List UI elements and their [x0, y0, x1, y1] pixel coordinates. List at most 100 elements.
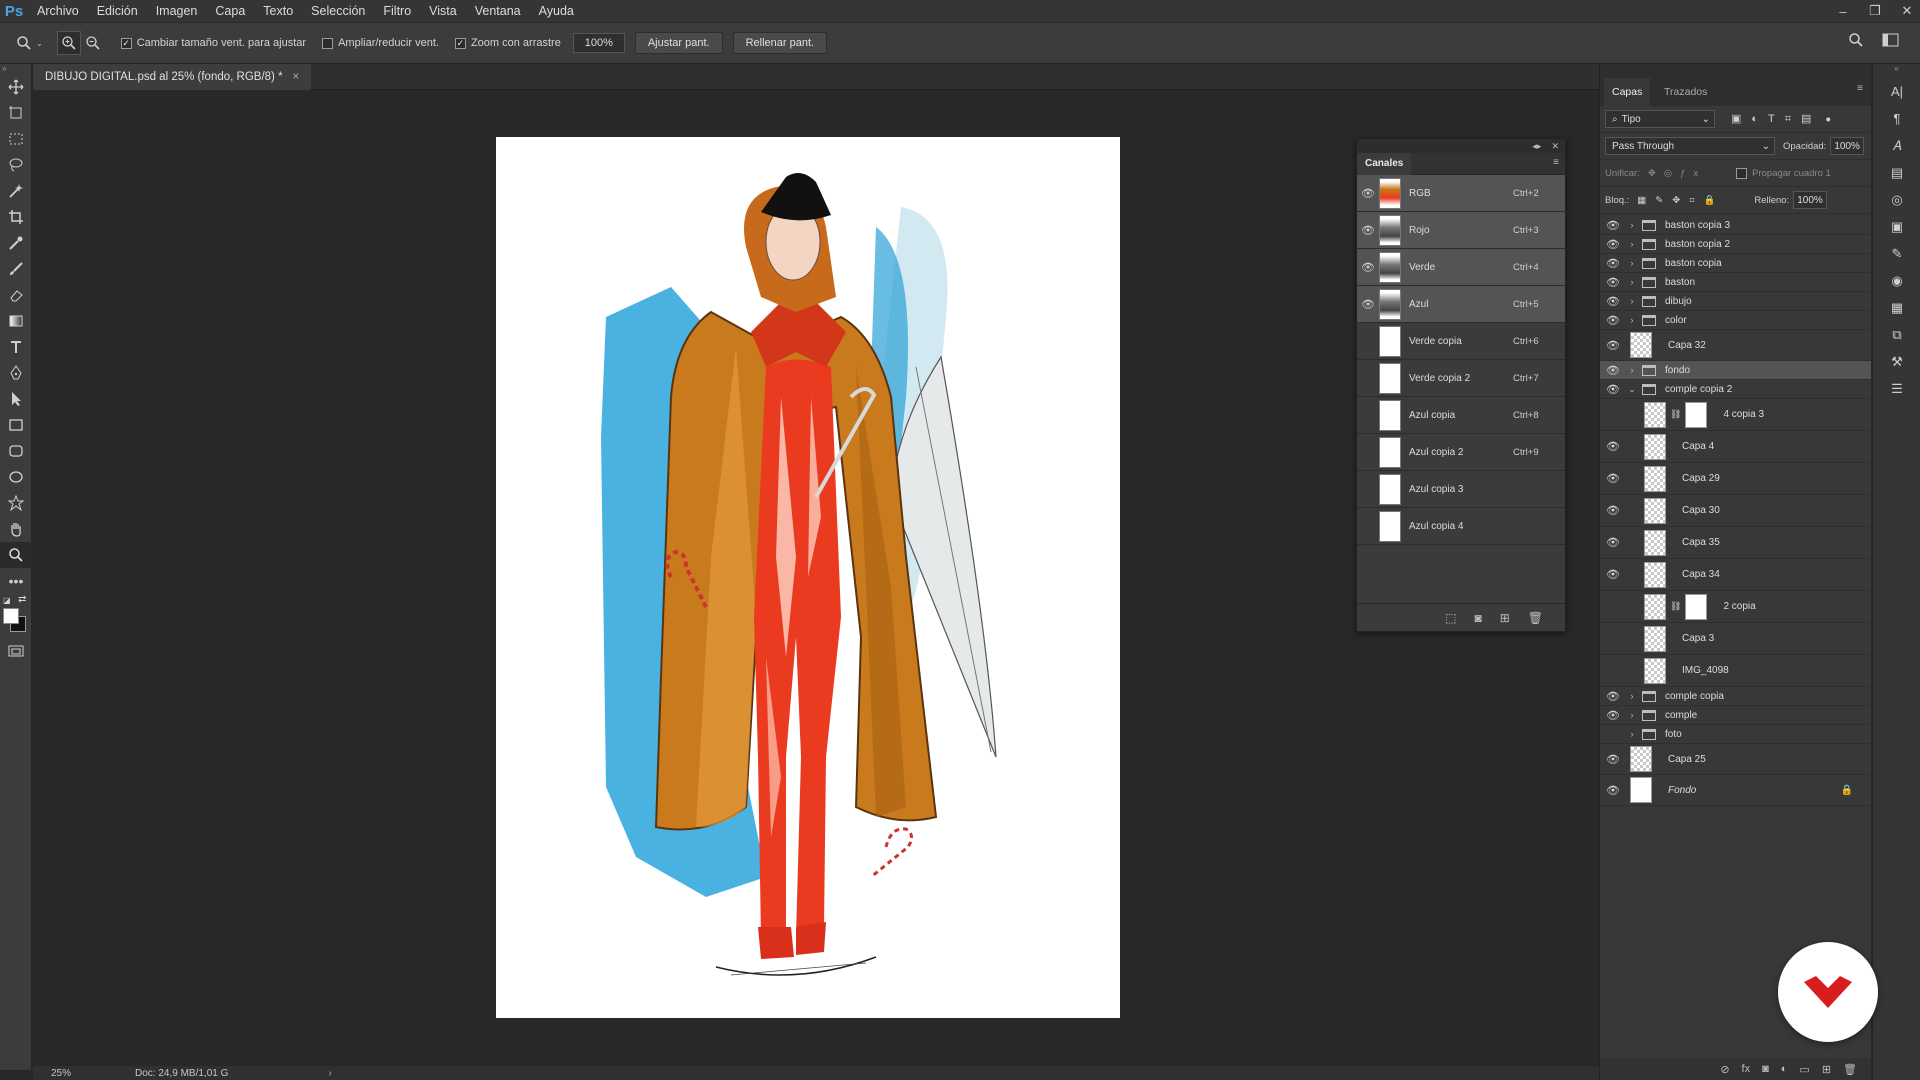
document-tab[interactable]: DIBUJO DIGITAL.psd al 25% (fondo, RGB/8)…: [33, 64, 312, 90]
rectangle-tool-icon[interactable]: [0, 412, 32, 438]
channel-row[interactable]: Azul copia 4: [1357, 508, 1565, 545]
fill-field[interactable]: 100%: [1793, 191, 1828, 209]
adjustments-icon[interactable]: ◎: [1873, 186, 1920, 213]
marquee-tool-icon[interactable]: [0, 126, 32, 152]
menu-item-capa[interactable]: Capa: [206, 0, 254, 22]
color-icon[interactable]: ◉: [1873, 267, 1920, 294]
chevron-down-icon[interactable]: ⌄: [36, 39, 43, 48]
layer-group-row[interactable]: 👁 › dibujo: [1600, 292, 1871, 311]
eraser-icon[interactable]: [0, 282, 32, 308]
expand-closed-icon[interactable]: ›: [1626, 315, 1638, 325]
visibility-eye-icon[interactable]: 👁: [1600, 440, 1626, 453]
delete-channel-icon[interactable]: 🗑: [1528, 611, 1543, 625]
sliders-icon[interactable]: ☰: [1873, 375, 1920, 402]
layer-row[interactable]: 👁 Capa 4: [1600, 431, 1871, 463]
visibility-eye-icon[interactable]: 👁: [1600, 383, 1626, 396]
zoom-value-field[interactable]: 100%: [572, 33, 625, 53]
move-tool-icon[interactable]: [0, 74, 32, 100]
visibility-eye-icon[interactable]: 👁: [1600, 314, 1626, 327]
zoom-all-windows-checkbox[interactable]: Ampliar/reducir vent.: [322, 37, 439, 49]
tool-presets-icon[interactable]: ⚒: [1873, 348, 1920, 375]
gradient-tool-icon[interactable]: [0, 308, 32, 334]
expand-closed-icon[interactable]: ›: [1626, 258, 1638, 268]
status-menu-arrow-icon[interactable]: ›: [328, 1068, 331, 1079]
visibility-eye-icon[interactable]: 👁: [1600, 364, 1626, 377]
link-layers-icon[interactable]: ⊘: [1720, 1063, 1729, 1076]
scrubby-zoom-checkbox[interactable]: ✓ Zoom con arrastre: [454, 37, 561, 49]
layer-row[interactable]: 👁 Capa 25: [1600, 744, 1871, 775]
visibility-eye-icon[interactable]: 👁: [1600, 504, 1626, 517]
character-icon[interactable]: A|: [1873, 78, 1920, 105]
new-group-icon[interactable]: ▭: [1799, 1063, 1809, 1076]
foreground-color-swatch[interactable]: [3, 608, 19, 624]
layer-mask-thumbnail[interactable]: [1685, 593, 1708, 620]
layer-group-row[interactable]: 👁 › comple copia: [1600, 687, 1871, 706]
visibility-eye-icon[interactable]: 👁: [1357, 249, 1379, 286]
propagate-checkbox[interactable]: [1736, 167, 1748, 179]
visibility-eye-icon[interactable]: 👁: [1600, 753, 1626, 766]
expand-closed-icon[interactable]: ›: [1626, 710, 1638, 720]
channel-row[interactable]: 👁 Rojo Ctrl+3: [1357, 212, 1565, 249]
zoom-level[interactable]: 25%: [51, 1068, 121, 1079]
new-channel-icon[interactable]: ⊞: [1500, 611, 1510, 625]
layer-group-row[interactable]: 👁 › baston copia: [1600, 254, 1871, 273]
color-swatches[interactable]: ◪ ⇄: [0, 594, 31, 638]
expand-closed-icon[interactable]: ›: [1626, 296, 1638, 306]
panel-collapse-icon[interactable]: »: [0, 64, 31, 74]
layer-row[interactable]: 👁 Capa 35: [1600, 527, 1871, 559]
panel-menu-icon[interactable]: ≡: [1857, 83, 1863, 94]
brush-tool-icon[interactable]: [0, 256, 32, 282]
channel-row[interactable]: Azul copia 3: [1357, 471, 1565, 508]
menu-item-archivo[interactable]: Archivo: [28, 0, 88, 22]
default-colors-icon[interactable]: ◪: [3, 596, 11, 605]
fit-screen-button[interactable]: Ajustar pant.: [634, 32, 723, 54]
load-selection-icon[interactable]: ⬚: [1445, 611, 1456, 625]
expand-closed-icon[interactable]: ›: [1626, 239, 1638, 249]
new-layer-icon[interactable]: ⊞: [1822, 1063, 1831, 1076]
layer-row[interactable]: 👁 Capa 30: [1600, 495, 1871, 527]
more-tools-icon[interactable]: •••: [0, 568, 32, 594]
screen-mode-icon[interactable]: [0, 638, 32, 664]
visibility-eye-icon[interactable]: 👁: [1600, 219, 1626, 232]
clone-source-icon[interactable]: ⧉: [1873, 321, 1920, 348]
visibility-eye-icon[interactable]: 👁: [1600, 690, 1626, 703]
eyedropper-icon[interactable]: [0, 230, 32, 256]
dock-collapse-icon[interactable]: «: [1873, 64, 1920, 78]
expand-open-icon[interactable]: ⌄: [1626, 384, 1638, 395]
layer-group-row[interactable]: 👁 › baston copia 2: [1600, 235, 1871, 254]
menu-item-filtro[interactable]: Filtro: [374, 0, 420, 22]
adjustment-layer-icon[interactable]: ◐: [1781, 1063, 1788, 1075]
visibility-eye-icon[interactable]: 👁: [1600, 339, 1626, 352]
pen-tool-icon[interactable]: [0, 360, 32, 386]
layer-row[interactable]: 👁 Capa 34: [1600, 559, 1871, 591]
checkbox-box[interactable]: ✓: [454, 37, 466, 49]
channel-row[interactable]: Verde copia 2 Ctrl+7: [1357, 360, 1565, 397]
checkbox-box[interactable]: [322, 37, 334, 49]
layer-group-row[interactable]: 👁 › comple: [1600, 706, 1871, 725]
layer-group-row[interactable]: › foto: [1600, 725, 1871, 744]
visibility-eye-icon[interactable]: 👁: [1600, 295, 1626, 308]
fill-screen-button[interactable]: Rellenar pant.: [732, 32, 828, 54]
resize-windows-checkbox[interactable]: ✓ Cambiar tamaño vent. para ajustar: [120, 37, 306, 49]
path-selection-icon[interactable]: [0, 386, 32, 412]
visibility-eye-icon[interactable]: [1357, 397, 1379, 434]
visibility-eye-icon[interactable]: 👁: [1600, 276, 1626, 289]
visibility-eye-icon[interactable]: 👁: [1357, 212, 1379, 249]
opacity-field[interactable]: 100%: [1830, 137, 1865, 155]
lasso-tool-icon[interactable]: [0, 152, 32, 178]
properties-icon[interactable]: ▤: [1873, 159, 1920, 186]
artboard[interactable]: [496, 137, 1120, 1018]
mask-link-icon[interactable]: ⛓: [1670, 409, 1681, 420]
visibility-eye-icon[interactable]: 👁: [1357, 175, 1379, 212]
menu-item-ayuda[interactable]: Ayuda: [530, 0, 583, 22]
search-icon[interactable]: [1848, 32, 1864, 51]
custom-shape-icon[interactable]: [0, 490, 32, 516]
unify-icons[interactable]: ✥◎ƒx: [1648, 168, 1706, 179]
channel-row[interactable]: Azul copia Ctrl+8: [1357, 397, 1565, 434]
visibility-eye-icon[interactable]: 👁: [1600, 238, 1626, 251]
visibility-eye-icon[interactable]: 👁: [1600, 536, 1626, 549]
visibility-eye-icon[interactable]: 👁: [1600, 472, 1626, 485]
layer-style-icon[interactable]: fx: [1742, 1063, 1751, 1075]
zoom-in-icon[interactable]: [56, 31, 81, 55]
channel-row[interactable]: 👁 RGB Ctrl+2: [1357, 175, 1565, 212]
